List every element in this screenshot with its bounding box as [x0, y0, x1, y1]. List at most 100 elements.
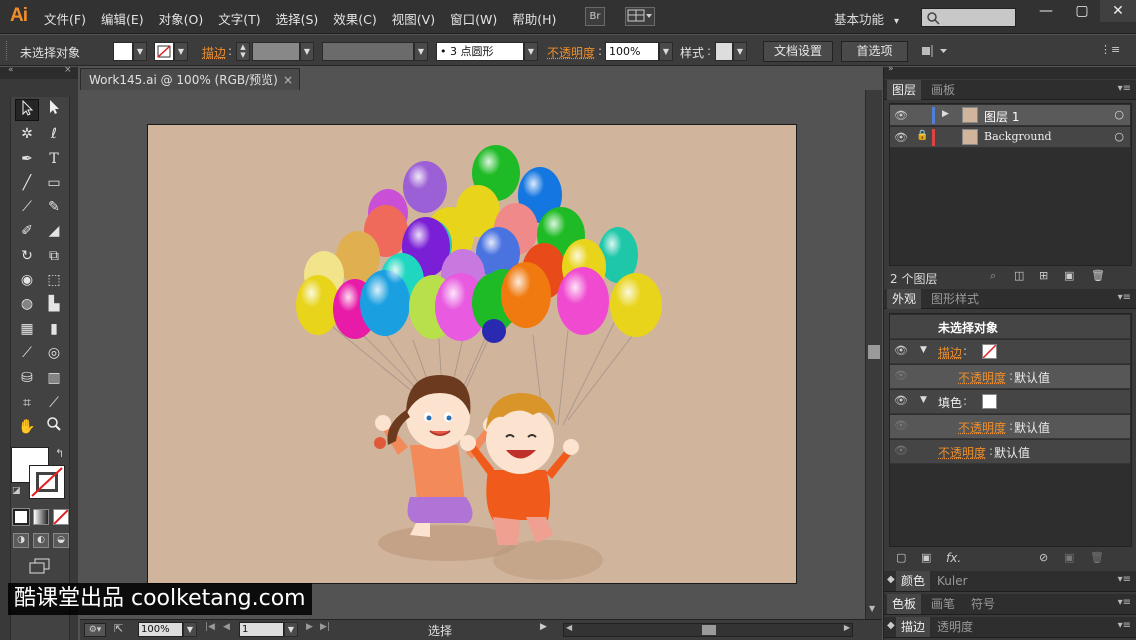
menu-file[interactable]: 文件(F): [44, 9, 86, 28]
arrange-documents-button[interactable]: [625, 7, 655, 26]
add-new-fill-icon[interactable]: ▣: [921, 551, 931, 564]
menu-view[interactable]: 视图(V): [392, 9, 435, 28]
horizontal-scrollbar-thumb[interactable]: [702, 625, 716, 635]
locate-object-icon[interactable]: ⌕: [990, 269, 996, 283]
mesh-tool[interactable]: ▦: [15, 318, 39, 340]
close-icon[interactable]: ×: [283, 69, 293, 91]
style-dropdown[interactable]: ▼: [733, 42, 747, 61]
stroke-opacity-link[interactable]: 不透明度: [958, 369, 1006, 386]
panel-menu-icon[interactable]: ▾≡: [1118, 620, 1131, 631]
minimize-button[interactable]: —: [1028, 0, 1064, 22]
new-layer-icon[interactable]: ▣: [1064, 269, 1074, 282]
draw-behind-button[interactable]: ◐: [33, 533, 49, 548]
expand-icon[interactable]: »: [888, 64, 894, 74]
zoom-dropdown[interactable]: ▼: [183, 622, 197, 637]
menu-effect[interactable]: 效果(C): [333, 9, 376, 28]
object-opacity-row[interactable]: 👁 不透明度 : 默认值: [890, 440, 1130, 464]
stroke-color-box[interactable]: [29, 465, 65, 499]
bridge-button[interactable]: Br: [585, 7, 605, 26]
clear-appearance-icon[interactable]: ⊘: [1039, 551, 1048, 564]
scale-tool[interactable]: ⧉: [42, 245, 66, 267]
tab-appearance[interactable]: 外观: [887, 289, 921, 309]
pen-tool[interactable]: ✒: [15, 148, 39, 170]
fill-dropdown[interactable]: ▼: [133, 42, 147, 61]
eye-icon[interactable]: 👁: [894, 131, 908, 144]
magic-wand-tool[interactable]: ✲: [15, 123, 39, 145]
color-mode-button[interactable]: [13, 509, 29, 525]
direct-selection-tool[interactable]: [42, 99, 66, 121]
target-circle-icon[interactable]: ○: [1114, 108, 1124, 121]
last-artboard-icon[interactable]: ▶|: [320, 622, 330, 632]
warp-tool[interactable]: ◉: [15, 269, 39, 291]
trash-icon[interactable]: 🗑: [1091, 269, 1105, 282]
share-icon[interactable]: ⇱: [114, 622, 123, 635]
zoom-input[interactable]: 100%: [138, 622, 183, 637]
tab-kuler[interactable]: Kuler: [932, 571, 973, 591]
document-tab[interactable]: Work145.ai @ 100% (RGB/预览) ×: [80, 68, 300, 90]
chevron-down-icon[interactable]: ▼: [920, 345, 927, 355]
tab-swatches[interactable]: 色板: [887, 594, 921, 614]
stroke-weight-stepper[interactable]: ▲ ▼: [236, 42, 250, 61]
previous-artboard-icon[interactable]: ◀: [223, 622, 230, 632]
stroke-swatch[interactable]: [154, 42, 174, 61]
line-segment-tool[interactable]: ╱: [15, 172, 39, 194]
type-tool[interactable]: T: [42, 148, 66, 170]
lasso-tool[interactable]: ℓ: [42, 123, 66, 145]
make-clipping-mask-icon[interactable]: ◫: [1014, 269, 1024, 282]
first-artboard-icon[interactable]: |◀: [205, 622, 215, 632]
column-graph-tool[interactable]: ▥: [42, 367, 66, 389]
vertical-scrollbar-thumb[interactable]: [868, 345, 880, 359]
shape-builder-tool[interactable]: ◍: [15, 293, 39, 315]
eye-icon[interactable]: 👁: [894, 394, 908, 407]
stroke-weight-dropdown[interactable]: ▼: [300, 42, 314, 61]
artboard-tool[interactable]: ⌗: [15, 392, 39, 414]
layer-row-layer1[interactable]: 👁 ▶ 图层 1 ○: [890, 105, 1130, 126]
horizontal-scrollbar[interactable]: ◀ ▶: [563, 623, 853, 637]
eraser-tool[interactable]: ◢: [42, 220, 66, 242]
status-options-button[interactable]: ⚙▾: [84, 623, 106, 637]
rectangle-tool[interactable]: ▭: [42, 172, 66, 194]
object-opacity-link[interactable]: 不透明度: [938, 444, 986, 461]
trash-icon[interactable]: 🗑: [1090, 551, 1104, 564]
tab-artboards[interactable]: 画板: [926, 80, 960, 100]
default-fill-stroke-icon[interactable]: ◪: [12, 486, 21, 496]
menu-window[interactable]: 窗口(W): [450, 9, 497, 28]
fill-swatch[interactable]: [113, 42, 133, 61]
stroke-attribute-row[interactable]: 👁 ▼ 描边 :: [890, 340, 1130, 364]
profile-dropdown[interactable]: ▼: [414, 42, 428, 61]
tab-brushes[interactable]: 画笔: [926, 594, 960, 614]
align-options-button[interactable]: [920, 43, 950, 62]
menu-object[interactable]: 对象(O): [159, 9, 204, 28]
free-transform-tool[interactable]: ⬚: [42, 269, 66, 291]
variable-width-profile[interactable]: [322, 42, 414, 61]
artboard[interactable]: [147, 124, 797, 584]
dock-header[interactable]: »: [884, 67, 1136, 79]
brush-dropdown[interactable]: ▼: [524, 42, 538, 61]
panel-menu-icon[interactable]: ▾≡: [1118, 83, 1131, 94]
preferences-button[interactable]: 首选项: [841, 41, 908, 62]
help-search-input[interactable]: [921, 8, 1016, 27]
tab-color[interactable]: 颜色: [896, 571, 930, 591]
perspective-grid-tool[interactable]: ▙: [42, 293, 66, 315]
eye-icon[interactable]: 👁: [894, 419, 908, 432]
selection-tool[interactable]: [15, 99, 39, 121]
chevron-down-icon[interactable]: ▼: [920, 395, 927, 405]
lock-icon[interactable]: 🔒: [916, 130, 928, 141]
scroll-down-icon[interactable]: ▼: [869, 604, 875, 613]
fill-attribute-row[interactable]: 👁 ▼ 填色 :: [890, 390, 1130, 414]
menu-help[interactable]: 帮助(H): [512, 9, 556, 28]
fill-swatch[interactable]: [982, 394, 997, 409]
artboard-number-input[interactable]: 1: [239, 622, 284, 637]
stroke-swatch[interactable]: [982, 344, 997, 359]
add-effect-button[interactable]: fx.: [946, 551, 961, 565]
stroke-weight-input[interactable]: [252, 42, 300, 61]
brush-definition[interactable]: • 3 点圆形: [436, 42, 524, 61]
document-setup-button[interactable]: 文档设置: [763, 41, 833, 62]
menu-type[interactable]: 文字(T): [218, 9, 260, 28]
workspace-switcher[interactable]: 基本功能 ▾: [834, 9, 899, 28]
eyedropper-tool[interactable]: ⟋: [15, 342, 39, 364]
zoom-tool[interactable]: [42, 416, 66, 438]
grip-handle[interactable]: [6, 41, 9, 60]
menu-select[interactable]: 选择(S): [276, 9, 319, 28]
add-new-stroke-icon[interactable]: ▢: [896, 551, 906, 564]
